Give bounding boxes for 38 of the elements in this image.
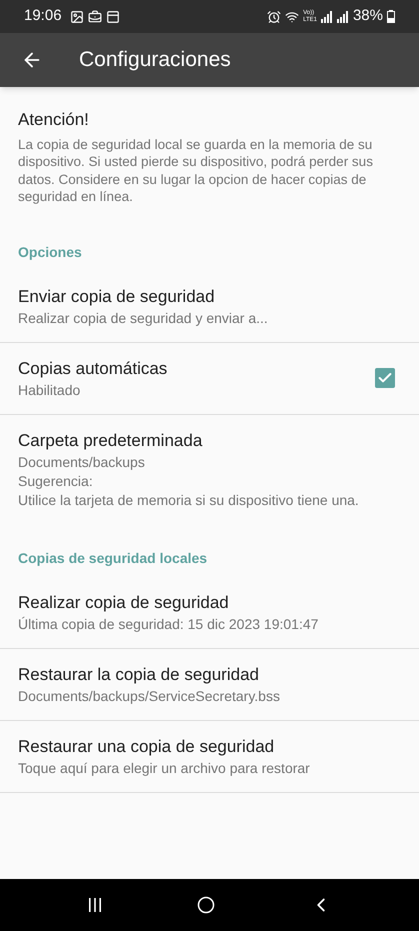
image-icon	[70, 10, 84, 24]
item-summary: Sugerencia:	[18, 472, 94, 490]
wifi-icon	[285, 10, 300, 24]
item-summary: Toque aquí para elegir un archivo para restorar	[18, 758, 311, 778]
item-title: Copias automáticas	[18, 358, 168, 380]
settings-item[interactable]: Copias automáticas Habilitado	[0, 342, 419, 414]
item-summary: Documents/backups/ServiceSecretary.bss	[18, 686, 281, 706]
signal-icon	[336, 10, 349, 22]
notice-text: La copia de seguridad local se guarda en la memoria de su dispositivo. Si usted pierde su dispositivo, podrá perder sus datos. Considere en su lugar la opcion de hacer copias de seguridad en línea.	[18, 136, 374, 206]
battery-icon	[387, 10, 395, 23]
home-icon[interactable]	[197, 896, 216, 914]
settings-item[interactable]: Restaurar la copia de seguridad Documents/backups/ServiceSecretary.bss	[0, 648, 419, 720]
recent-apps-icon[interactable]	[87, 897, 104, 913]
item-title: Enviar copia de seguridad	[18, 286, 216, 308]
item-title: Restaurar una copia de seguridad	[18, 736, 276, 758]
signal-icon	[320, 10, 333, 22]
item-summary: Realizar copia de seguridad y enviar a...	[18, 308, 269, 328]
item-title: Carpeta predeterminada	[18, 430, 204, 452]
battery-level: 38%	[352, 6, 383, 26]
settings-item[interactable]: Realizar copia de seguridad Última copia de seguridad: 15 dic 2023 19:01:47	[0, 576, 419, 648]
section-header: Copias de seguridad locales	[17, 548, 208, 568]
briefcase-icon	[88, 10, 102, 24]
clock: 19:06	[24, 6, 62, 26]
checkbox[interactable]	[375, 368, 395, 388]
section-header: Opciones	[17, 242, 83, 262]
settings-item[interactable]: Carpeta predeterminada Documents/backups Sugerencia: Utilice la tarjeta de memoria si su dispositivo tiene una.	[0, 414, 419, 524]
item-summary: Utilice la tarjeta de memoria si su dispositivo tiene una.	[18, 490, 360, 510]
settings-item[interactable]: Enviar copia de seguridad Realizar copia de seguridad y enviar a...	[0, 270, 419, 342]
notice-title: Atención!	[18, 109, 90, 131]
alarm-icon	[267, 10, 282, 24]
item-summary: Última copia de seguridad: 15 dic 2023 19:01:47	[18, 614, 320, 634]
item-summary: Habilitado	[18, 380, 82, 400]
item-title: Restaurar la copia de seguridad	[18, 664, 260, 686]
settings-item[interactable]: Restaurar una copia de seguridad Toque aquí para elegir un archivo para restorar	[0, 720, 419, 792]
item-summary: Documents/backups	[18, 452, 146, 472]
screen-title: Configuraciones	[79, 47, 231, 74]
item-title: Realizar copia de seguridad	[18, 592, 230, 614]
window-icon	[106, 10, 120, 24]
